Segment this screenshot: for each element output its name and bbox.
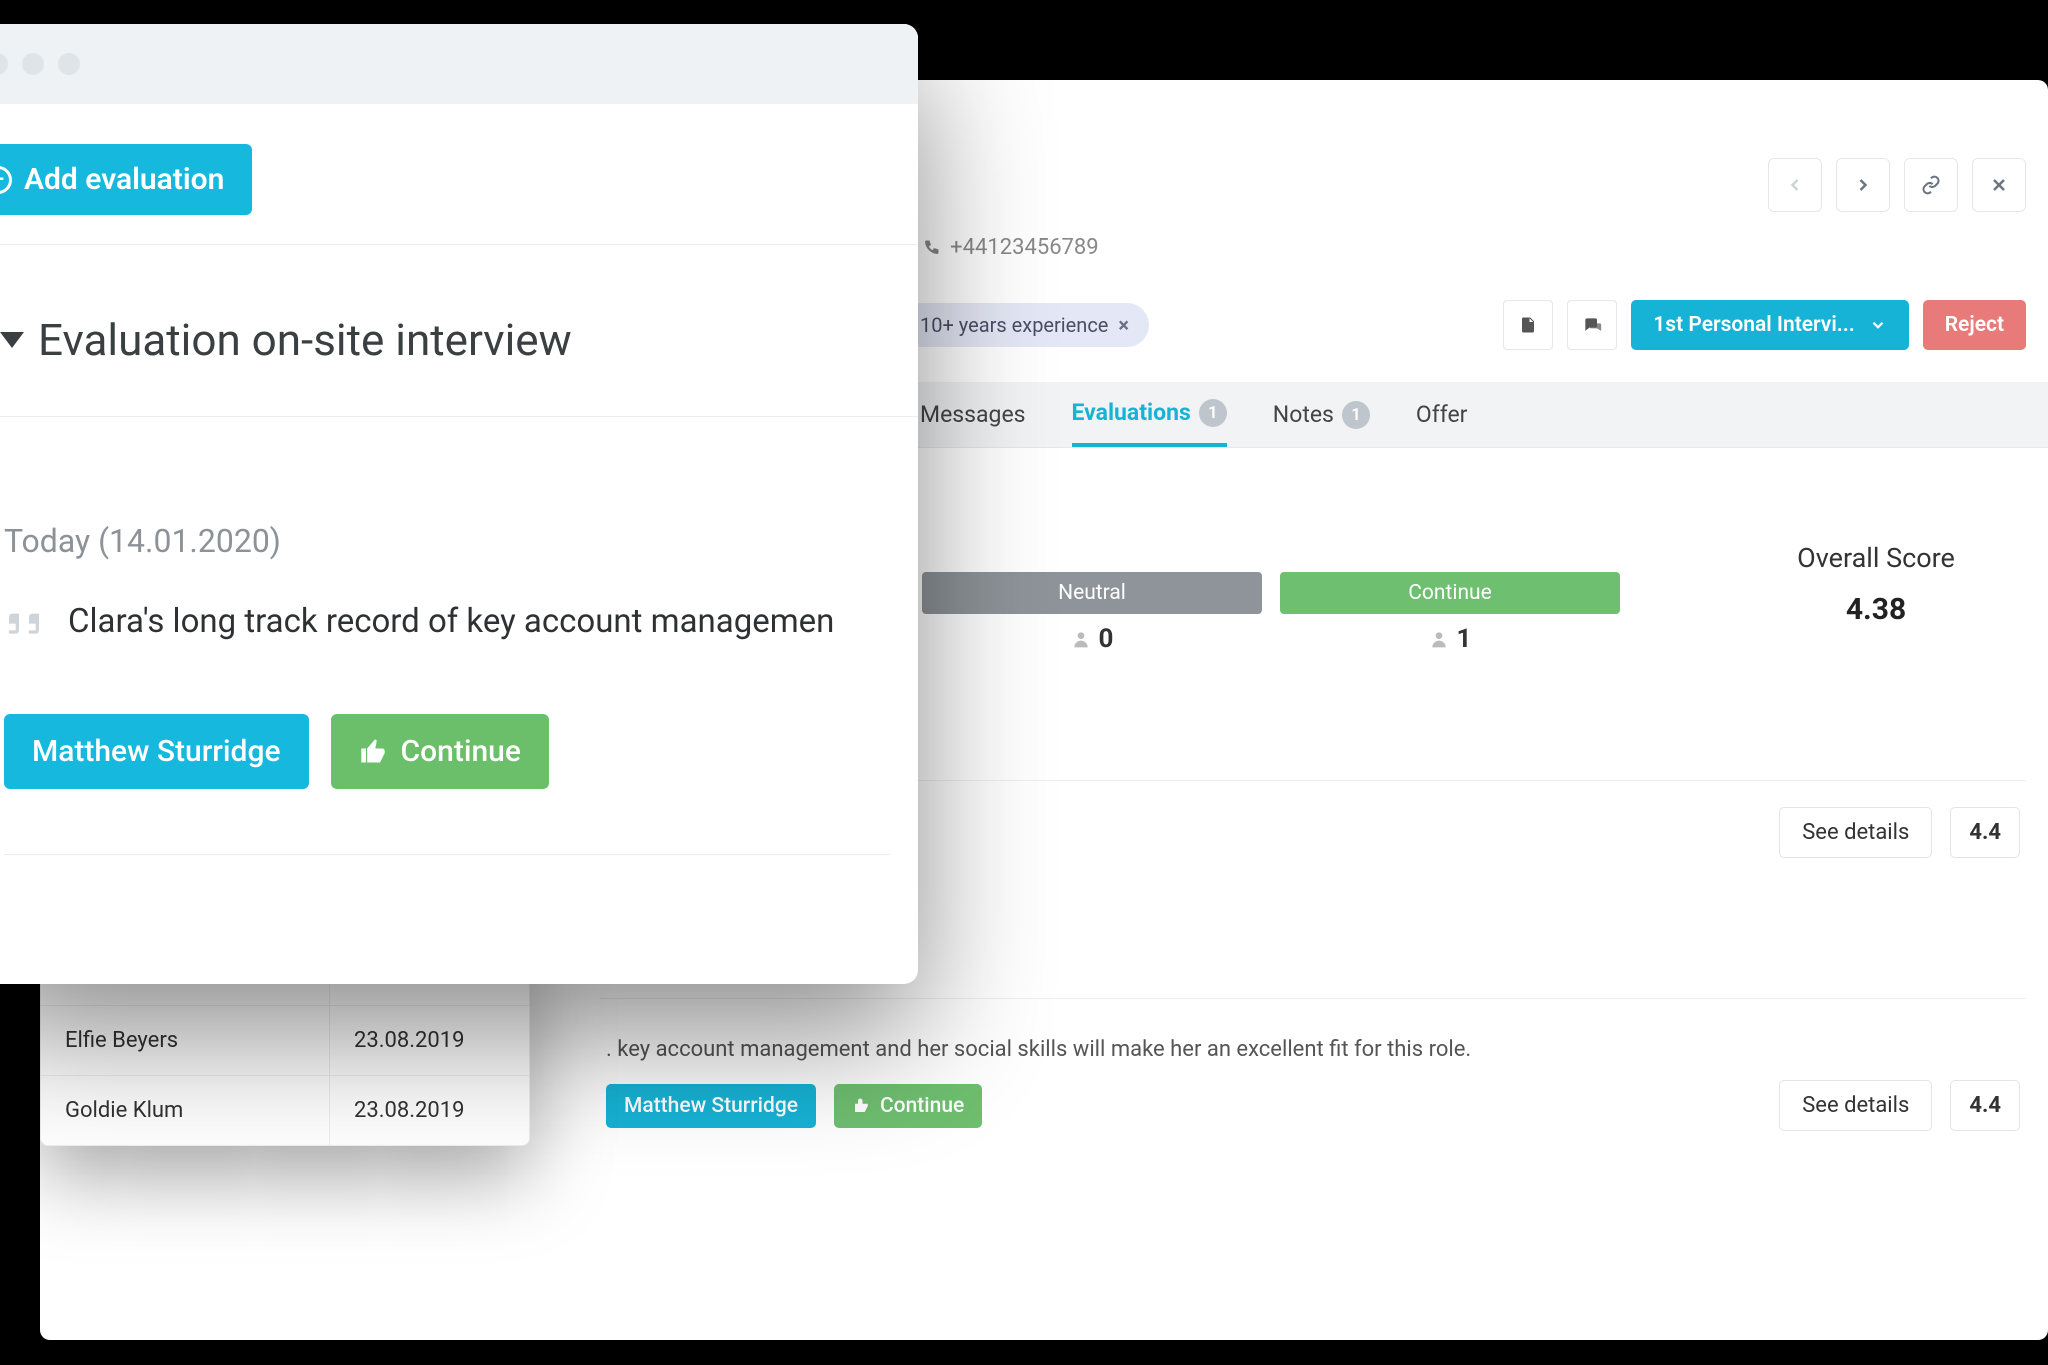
candidate-date: 23.08.2019	[329, 1076, 529, 1145]
tag-remove-icon[interactable]: ×	[1118, 313, 1129, 337]
bar-neutral: Neutral	[922, 572, 1262, 614]
evaluation-score: 4.4	[1950, 807, 2020, 858]
next-button[interactable]	[1836, 158, 1890, 212]
window-controls	[1768, 158, 2026, 212]
candidate-name: Goldie Klum	[41, 1076, 329, 1145]
document-button[interactable]	[1503, 300, 1553, 350]
candidate-name: Elfie Beyers	[41, 1006, 329, 1075]
tab-evaluations[interactable]: Evaluations 1	[1072, 382, 1227, 447]
overall-score-label: Overall Score	[1726, 542, 2026, 574]
evaluation-heading[interactable]: Evaluation on-site interview	[0, 314, 572, 366]
evaluation-item: . key account management and her social …	[600, 998, 2026, 1161]
evaluation-actions: Matthew Sturridge Continue	[4, 714, 549, 789]
traffic-light-icon	[0, 53, 8, 75]
evaluator-chip[interactable]: Matthew Sturridge	[606, 1084, 816, 1128]
plus-circle-icon: +	[0, 166, 12, 194]
candidate-meta-row: 10+ years experience × 1st Personal Inte…	[900, 300, 2026, 350]
bar-continue: Continue	[1280, 572, 1620, 614]
table-row[interactable]: Elfie Beyers 23.08.2019	[41, 1006, 529, 1076]
bar-neutral-count: 0	[922, 624, 1262, 654]
tab-notes[interactable]: Notes 1	[1273, 382, 1370, 447]
link-button[interactable]	[1904, 158, 1958, 212]
candidate-date: 23.08.2019	[329, 1006, 529, 1075]
see-details-button[interactable]: See details	[1779, 1080, 1932, 1131]
prev-button[interactable]	[1768, 158, 1822, 212]
caret-down-icon	[0, 332, 24, 348]
evaluation-score: 4.4	[1950, 1080, 2020, 1131]
tab-offer[interactable]: Offer	[1416, 382, 1468, 447]
candidate-phone: n +44123456789	[900, 235, 1099, 260]
thumbs-up-icon	[852, 1097, 870, 1115]
window-titlebar	[0, 24, 918, 104]
person-icon	[1071, 629, 1091, 649]
see-details-button[interactable]: See details	[1779, 807, 1932, 858]
add-evaluation-button[interactable]: + Add evaluation	[0, 144, 252, 215]
evaluation-date: Today (14.01.2020)	[4, 522, 281, 560]
traffic-light-icon	[22, 53, 44, 75]
chevron-down-icon	[1869, 316, 1887, 334]
traffic-light-icon	[58, 53, 80, 75]
close-button[interactable]	[1972, 158, 2026, 212]
tab-messages[interactable]: Messages	[920, 382, 1026, 447]
reject-button[interactable]: Reject	[1923, 300, 2026, 350]
bar-continue-count: 1	[1280, 624, 1620, 654]
experience-tag[interactable]: 10+ years experience ×	[900, 303, 1149, 347]
chat-button[interactable]	[1567, 300, 1617, 350]
evaluation-quote-row: Clara's long track record of key account…	[4, 602, 898, 642]
quote-icon	[4, 602, 44, 642]
verdict-chip: Continue	[331, 714, 549, 789]
stage-dropdown[interactable]: 1st Personal Intervi...	[1631, 300, 1908, 350]
verdict-chip: Continue	[834, 1084, 982, 1128]
notes-count-badge: 1	[1342, 401, 1370, 429]
divider	[4, 854, 890, 855]
divider	[0, 416, 918, 417]
phone-number: +44123456789	[950, 235, 1099, 260]
person-icon	[1429, 629, 1449, 649]
evaluations-count-badge: 1	[1199, 399, 1227, 427]
evaluation-detail-window: + Add evaluation Evaluation on-site inte…	[0, 24, 918, 984]
evaluation-quote: . key account management and her social …	[606, 1037, 2020, 1062]
divider	[0, 244, 918, 245]
evaluator-chip[interactable]: Matthew Sturridge	[4, 714, 309, 789]
overall-score: Overall Score 4.38	[1726, 542, 2026, 627]
evaluation-quote-text: Clara's long track record of key account…	[68, 602, 834, 641]
thumbs-up-icon	[359, 738, 387, 766]
overall-score-value: 4.38	[1726, 592, 2026, 627]
table-row[interactable]: Goldie Klum 23.08.2019	[41, 1076, 529, 1145]
phone-icon	[922, 239, 940, 257]
